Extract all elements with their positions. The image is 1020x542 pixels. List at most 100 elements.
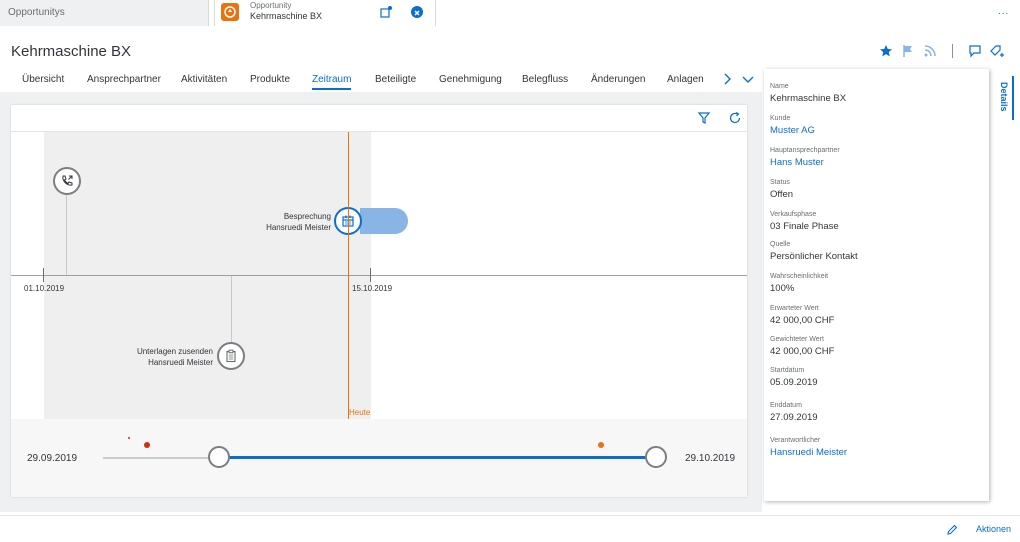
field-label: Wahrscheinlichkeit (770, 273, 829, 280)
tab-produkte[interactable]: Produkte (250, 74, 290, 85)
tab-beteiligte[interactable]: Beteiligte (375, 74, 416, 85)
main-contact-link[interactable]: Hans Muster (770, 157, 840, 168)
tab-ansprechpartner[interactable]: Ansprechpartner (87, 74, 161, 85)
customer-link[interactable]: Muster AG (770, 125, 815, 136)
timeline-axis (11, 275, 747, 276)
field-label: Verantwortlicher (770, 437, 821, 444)
header-toolbar (878, 43, 1011, 59)
field-value: 27.09.2019 (770, 412, 818, 423)
field-name: Name Kehrmaschine BX (770, 83, 846, 104)
flag-icon[interactable] (900, 43, 916, 59)
tab-uebersicht[interactable]: Übersicht (22, 74, 64, 85)
timeline-card: 01.10.2019 15.10.2019 Besprechung Hansru… (11, 105, 747, 497)
field-label: Name (770, 83, 789, 90)
details-side-tab-label: Details (999, 82, 1009, 112)
field-label: Enddatum (770, 402, 802, 409)
event-send-documents-label: Unterlagen zusenden Hansruedi Meister (103, 346, 213, 368)
chevron-down-icon[interactable] (741, 72, 755, 86)
event-dot-red (144, 442, 150, 448)
tab-opportunitys[interactable]: Opportunitys (0, 0, 209, 26)
opportunity-icon (221, 3, 239, 21)
phone-outgoing-icon (62, 175, 73, 186)
event-stem (66, 194, 67, 275)
timeline-toolbar (11, 105, 747, 132)
axis-tick-label-start: 01.10.2019 (24, 284, 65, 293)
range-slider-selection[interactable] (220, 456, 656, 459)
tab-genehmigung[interactable]: Genehmigung (439, 74, 502, 85)
range-slider-area: 29.09.2019 29.10.2019 (11, 419, 747, 497)
range-end-date: 29.10.2019 (685, 453, 736, 464)
clipboard-icon (226, 349, 236, 363)
app-tab-strip: Opportunitys Opportunity Kehrmaschine BX… (0, 0, 1020, 26)
field-verkaufsphase: Verkaufsphase 03 Finale Phase (770, 211, 839, 232)
field-label: Erwarteter Wert (770, 305, 819, 312)
details-side-tab-indicator (1012, 76, 1014, 120)
field-wahrscheinlichkeit: Wahrscheinlichkeit 100% (770, 273, 828, 294)
range-slider-start-handle[interactable] (208, 446, 230, 468)
actions-button[interactable]: Aktionen (976, 524, 1011, 534)
close-tab-icon[interactable] (411, 6, 423, 18)
tag-icon[interactable] (989, 43, 1005, 59)
footer-bar: Aktionen (0, 515, 1020, 542)
field-value: 100% (770, 283, 795, 294)
field-value: Persönlicher Kontakt (770, 251, 858, 262)
field-quelle: Quelle Persönlicher Kontakt (770, 241, 858, 262)
event-dot (128, 437, 130, 439)
event-phone-call[interactable] (53, 167, 81, 195)
axis-tick (370, 268, 371, 282)
today-marker-line (348, 132, 349, 419)
owner-link[interactable]: Hansruedi Meister (770, 447, 847, 458)
range-start-date: 29.09.2019 (27, 453, 78, 464)
tab-opportunitys-label: Opportunitys (8, 7, 65, 18)
feed-icon[interactable] (922, 43, 938, 59)
tab-aktivitaeten[interactable]: Aktivitäten (181, 74, 227, 85)
event-send-documents-title: Unterlagen zusenden (136, 347, 213, 356)
field-label: Verkaufsphase (770, 211, 817, 218)
filter-icon[interactable] (697, 111, 711, 125)
timeline-chart: 01.10.2019 15.10.2019 Besprechung Hansru… (11, 132, 747, 419)
comment-icon[interactable] (967, 43, 983, 59)
open-in-new-window-icon[interactable] (379, 5, 393, 19)
chevron-right-icon[interactable] (720, 72, 734, 86)
range-slider-end-handle[interactable] (645, 446, 667, 468)
today-marker-label: Heute (349, 408, 371, 417)
tab-kehrmaschine[interactable]: Opportunity Kehrmaschine BX (214, 0, 436, 26)
field-hauptansprechpartner: Hauptansprechpartner Hans Muster (770, 147, 840, 168)
details-panel: Name Kehrmaschine BX Kunde Muster AG Hau… (764, 69, 989, 501)
field-erwarteter-wert: Erwarteter Wert 42 000,00 CHF (770, 305, 834, 326)
field-label: Kunde (770, 115, 791, 122)
event-meeting-label: Besprechung Hansruedi Meister (221, 211, 331, 233)
field-value: Kehrmaschine BX (770, 93, 847, 104)
field-value: 42 000,00 CHF (770, 315, 835, 326)
field-label: Quelle (770, 241, 791, 248)
tab-aenderungen[interactable]: Änderungen (591, 74, 646, 85)
tab-anlagen[interactable]: Anlagen (667, 74, 704, 85)
axis-tick (43, 268, 44, 282)
event-meeting-duration-bar[interactable] (360, 208, 408, 234)
field-status: Status Offen (770, 179, 793, 200)
field-label: Gewichteter Wert (770, 336, 824, 343)
field-value: 03 Finale Phase (770, 221, 839, 232)
tab-object-title: Kehrmaschine BX (250, 11, 323, 21)
event-send-documents-person: Hansruedi Meister (148, 358, 213, 367)
more-options-icon[interactable]: ... (998, 6, 1009, 17)
header-separator (952, 44, 953, 58)
star-icon[interactable] (878, 43, 894, 59)
field-enddatum: Enddatum 27.09.2019 (770, 402, 818, 423)
field-value: 42 000,00 CHF (770, 346, 835, 357)
tab-zeitraum[interactable]: Zeitraum (312, 74, 352, 90)
field-kunde: Kunde Muster AG (770, 115, 815, 136)
field-value: Offen (770, 189, 794, 200)
field-label: Status (770, 179, 790, 186)
details-side-tab[interactable]: Details (995, 76, 1014, 136)
field-label: Startdatum (770, 367, 805, 374)
field-label: Hauptansprechpartner (770, 147, 840, 154)
field-startdatum: Startdatum 05.09.2019 (770, 367, 818, 388)
event-meeting-title: Besprechung (283, 212, 331, 221)
event-send-documents[interactable] (217, 342, 245, 370)
field-value: 05.09.2019 (770, 377, 818, 388)
field-gewichteter-wert: Gewichteter Wert 42 000,00 CHF (770, 336, 834, 357)
pencil-icon[interactable] (946, 523, 958, 535)
refresh-icon[interactable] (728, 111, 742, 125)
tab-belegfluss[interactable]: Belegfluss (522, 74, 568, 85)
